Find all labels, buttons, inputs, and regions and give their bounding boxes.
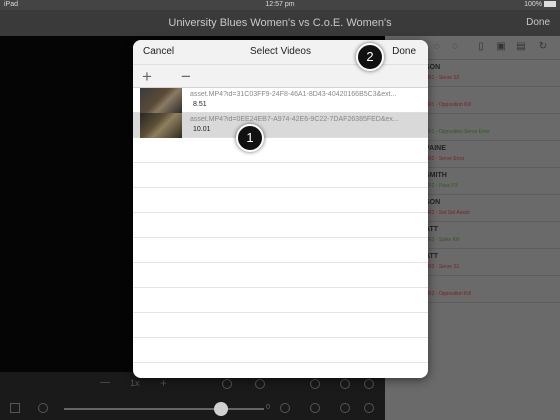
step-back-icon[interactable] bbox=[310, 379, 320, 389]
video-duration: 8.51 bbox=[193, 101, 207, 108]
page-title: University Blues Women's vs C.o.E. Women… bbox=[168, 17, 392, 29]
fast-forward-icon[interactable] bbox=[255, 379, 265, 389]
done-button[interactable]: Done bbox=[392, 46, 416, 57]
play-icon[interactable] bbox=[38, 403, 48, 413]
scrub-slider[interactable] bbox=[64, 402, 264, 416]
nav-bar: University Blues Women's vs C.o.E. Women… bbox=[0, 10, 560, 36]
menu-icon[interactable] bbox=[364, 403, 374, 413]
battery-icon bbox=[544, 1, 556, 7]
event-description: - R1 - Opposition Serve Error bbox=[425, 129, 490, 135]
forward-5-icon[interactable] bbox=[310, 403, 320, 413]
remove-video-button[interactable]: − bbox=[181, 67, 191, 87]
event-description: - R1 - Serve S2 bbox=[425, 75, 460, 81]
save-icon[interactable]: ▣ bbox=[495, 41, 507, 53]
fullscreen-icon[interactable] bbox=[340, 403, 350, 413]
playback-controls: — 1x + 0 bbox=[0, 372, 385, 420]
nav-done-button[interactable]: Done bbox=[526, 17, 550, 28]
video-row[interactable]: asset.MP4?id=31C03FF9-24F8-46A1-8D43-404… bbox=[133, 88, 428, 113]
battery-tool-icon[interactable]: ▯ bbox=[475, 41, 487, 53]
status-bar: iPad 12:57 pm 100% bbox=[0, 0, 560, 10]
empty-row bbox=[133, 338, 428, 363]
back-5-icon[interactable] bbox=[280, 403, 290, 413]
record-icon[interactable]: ◌ bbox=[431, 41, 443, 53]
battery-percent: 100% bbox=[524, 1, 542, 8]
pause-icon[interactable]: ◌ bbox=[449, 41, 461, 53]
empty-row bbox=[133, 213, 428, 238]
speed-increase-button[interactable]: + bbox=[160, 376, 167, 390]
add-video-button[interactable]: + bbox=[142, 67, 152, 87]
empty-row bbox=[133, 163, 428, 188]
step-forward-icon[interactable] bbox=[340, 379, 350, 389]
scrub-row: 0 bbox=[0, 400, 385, 416]
speed-decrease-button[interactable]: — bbox=[100, 377, 110, 388]
empty-row bbox=[133, 238, 428, 263]
video-thumbnail bbox=[140, 88, 182, 113]
video-thumbnail bbox=[140, 113, 182, 138]
event-player: PAINE bbox=[425, 145, 446, 152]
video-name: asset.MP4?id=31C03FF9-24F8-46A1-8D43-404… bbox=[190, 91, 397, 98]
speed-label: 1x bbox=[130, 378, 140, 388]
empty-row bbox=[133, 313, 428, 338]
modal-header: Cancel Select Videos Done bbox=[133, 40, 428, 64]
event-description: - R3 - Opposition Kill bbox=[425, 291, 471, 297]
callout-2: 2 bbox=[356, 43, 384, 71]
scrub-thumb[interactable] bbox=[214, 402, 228, 416]
event-description: - R2 - Set Set Assist bbox=[425, 210, 470, 216]
modal-toolbar: + − bbox=[133, 64, 428, 88]
battery-indicator: 100% bbox=[524, 1, 556, 8]
select-videos-modal: Cancel Select Videos Done + − asset.MP4?… bbox=[133, 40, 428, 378]
time-label: 0 bbox=[266, 404, 270, 411]
event-description: - R3 - Serve S1 bbox=[425, 264, 460, 270]
empty-row bbox=[133, 263, 428, 288]
film-strip-icon[interactable] bbox=[10, 403, 20, 413]
refresh-icon[interactable]: ↻ bbox=[537, 41, 549, 53]
event-description: - R2 - Spike Kill bbox=[425, 237, 460, 243]
event-description: - R1 - Opposition Kill bbox=[425, 102, 471, 108]
export-icon[interactable] bbox=[364, 379, 374, 389]
video-duration: 10.01 bbox=[193, 126, 211, 133]
event-description: - R2 - Serve Error bbox=[425, 156, 465, 162]
empty-row bbox=[133, 363, 428, 378]
clock: 12:57 pm bbox=[265, 1, 295, 8]
event-player: SMITH bbox=[425, 172, 447, 179]
video-list: asset.MP4?id=31C03FF9-24F8-46A1-8D43-404… bbox=[133, 88, 428, 378]
event-description: - R2 - Pass P3 bbox=[425, 183, 458, 189]
speed-row: — 1x + bbox=[0, 376, 385, 391]
video-name: asset.MP4?id=0EE24EB7-A974-42E6-9C22-7DA… bbox=[190, 116, 399, 123]
rewind-icon[interactable] bbox=[222, 379, 232, 389]
film-icon[interactable]: ▤ bbox=[515, 41, 527, 53]
video-row-selected[interactable]: asset.MP4?id=0EE24EB7-A974-42E6-9C22-7DA… bbox=[133, 113, 428, 138]
empty-row bbox=[133, 138, 428, 163]
callout-1: 1 bbox=[236, 124, 264, 152]
empty-row bbox=[133, 288, 428, 313]
empty-row bbox=[133, 188, 428, 213]
